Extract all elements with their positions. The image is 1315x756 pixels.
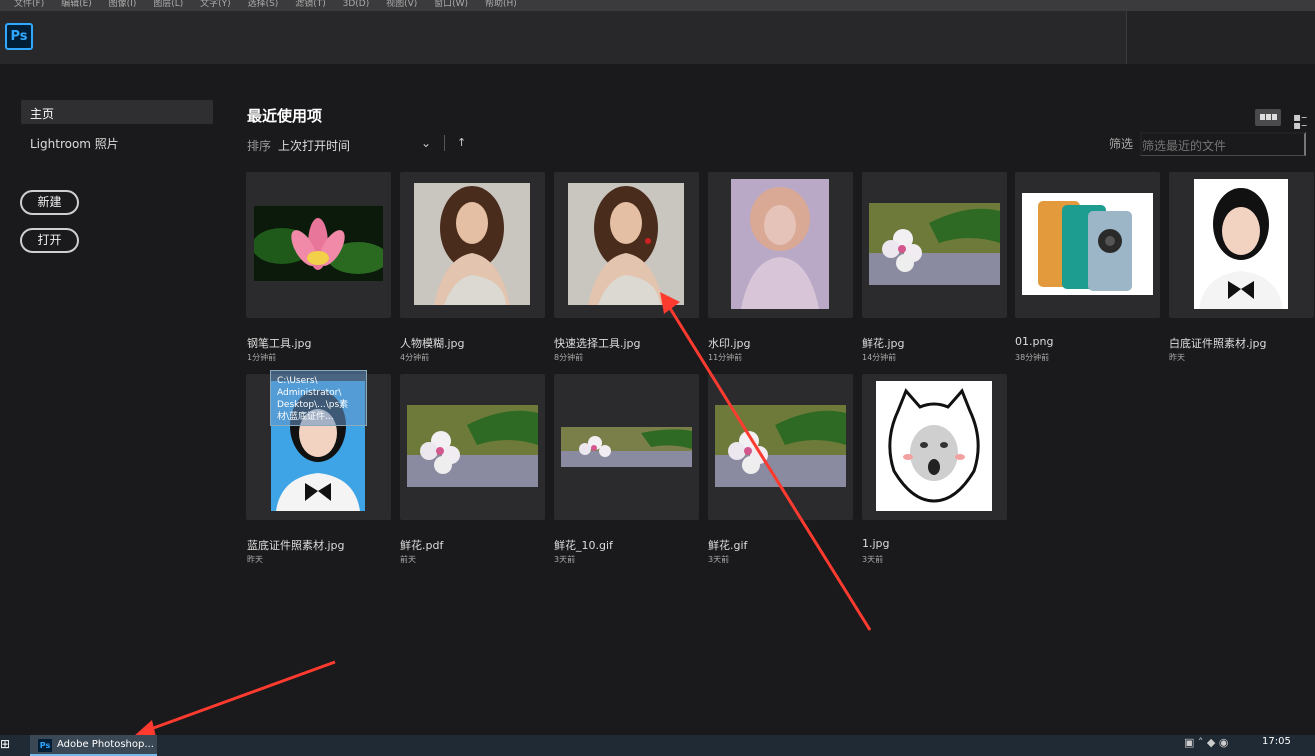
app-header	[0, 11, 1315, 64]
menu-select[interactable]: 选择(S)	[248, 0, 279, 9]
file-time: 8分钟前	[554, 353, 584, 362]
tooltip-line: C:\Users\	[277, 376, 318, 386]
file-card[interactable]	[862, 374, 1007, 520]
system-tray-icons[interactable]: ▣ ˄ ◆ ◉	[1184, 736, 1228, 749]
file-time: 14分钟前	[862, 353, 897, 362]
sort-label: 排序	[247, 139, 272, 153]
sidebar-item-label: 主页	[30, 107, 55, 121]
file-name[interactable]: 钢笔工具.jpg	[247, 335, 312, 351]
flower-thumbnail	[869, 203, 1000, 285]
clock-time: 17:05	[1262, 736, 1291, 747]
file-card[interactable]	[400, 374, 545, 520]
flower-thumbnail	[561, 427, 692, 467]
file-path-tooltip: C:\Users\ Administrator\ Desktop\...\ps素…	[270, 370, 367, 426]
file-name[interactable]: 人物模糊.jpg	[400, 335, 465, 351]
menu-image[interactable]: 图像(I)	[109, 0, 137, 9]
annotation-arrow	[147, 660, 336, 732]
menu-file[interactable]: 文件(F)	[14, 0, 44, 9]
file-time: 38分钟前	[1015, 353, 1050, 362]
file-name[interactable]: 快速选择工具.jpg	[554, 335, 641, 351]
list-view-icon[interactable]: ▪– ▪–	[1293, 111, 1307, 131]
menu-window[interactable]: 窗口(W)	[434, 0, 468, 9]
file-name[interactable]: 1.jpg	[862, 537, 890, 550]
phone-thumbnail	[1022, 193, 1153, 295]
file-name[interactable]: 水印.jpg	[708, 335, 751, 351]
file-name[interactable]: 01.png	[1015, 335, 1053, 348]
file-name[interactable]: 鲜花_10.gif	[554, 537, 613, 553]
photoshop-icon: Ps	[38, 739, 52, 752]
sort-bar: 排序 上次打开时间 ⌄ ↑	[247, 135, 466, 154]
filter-label: 筛选	[1109, 137, 1134, 151]
file-name[interactable]: 鲜花.pdf	[400, 537, 443, 553]
taskbar-photoshop-button[interactable]: Ps Adobe Photoshop...	[30, 735, 157, 756]
sidebar-item-lightroom[interactable]: Lightroom 照片	[30, 135, 119, 152]
flower-thumbnail	[715, 405, 846, 487]
file-time: 1分钟前	[247, 353, 277, 362]
new-button[interactable]: 新建	[20, 190, 79, 215]
menu-filter[interactable]: 滤镜(T)	[295, 0, 326, 9]
photoshop-logo[interactable]: Ps	[5, 23, 33, 50]
windows-taskbar: ⊞ Ps Adobe Photoshop... ▣ ˄ ◆ ◉ 17:05	[0, 735, 1315, 756]
file-name[interactable]: 鲜花.gif	[708, 537, 747, 553]
file-card[interactable]	[708, 172, 853, 318]
menu-type[interactable]: 文字(Y)	[200, 0, 231, 9]
file-name[interactable]: 鲜花.jpg	[862, 335, 905, 351]
file-time: 3天前	[862, 555, 884, 564]
windows-start-icon[interactable]: ⊞	[0, 737, 10, 751]
header-right-panel	[1126, 11, 1315, 64]
chevron-down-icon[interactable]: ⌄	[421, 136, 431, 150]
sort-dropdown[interactable]: 上次打开时间	[278, 137, 350, 154]
menu-3d[interactable]: 3D(D)	[343, 0, 370, 9]
file-time: 4分钟前	[400, 353, 430, 362]
file-card[interactable]	[1169, 172, 1314, 318]
grid-view-icon[interactable]	[1255, 109, 1281, 126]
divider	[444, 135, 445, 151]
file-card[interactable]	[862, 172, 1007, 318]
taskbar-clock[interactable]: 17:05	[1262, 736, 1291, 748]
file-time: 昨天	[1169, 353, 1185, 362]
file-time: 11分钟前	[708, 353, 743, 362]
tooltip-line: 材\蓝底证件...	[277, 412, 334, 422]
file-card[interactable]	[708, 374, 853, 520]
menu-bar: 文件(F) 编辑(E) 图像(I) 图层(L) 文字(Y) 选择(S) 滤镜(T…	[0, 0, 1315, 11]
woman-thumbnail	[568, 183, 684, 305]
meme-thumbnail	[876, 381, 992, 511]
menu-edit[interactable]: 编辑(E)	[61, 0, 92, 9]
file-time: 昨天	[247, 555, 263, 564]
file-time: 3天前	[554, 555, 576, 564]
tooltip-line: Desktop\...\ps素	[277, 400, 349, 410]
filter-input[interactable]	[1140, 132, 1306, 156]
open-button[interactable]: 打开	[20, 228, 79, 253]
file-card[interactable]	[554, 374, 699, 520]
id-photo-white-thumbnail	[1194, 179, 1288, 309]
menu-help[interactable]: 帮助(H)	[485, 0, 517, 9]
sort-direction-icon[interactable]: ↑	[457, 136, 466, 149]
menu-view[interactable]: 视图(V)	[386, 0, 417, 9]
lotus-thumbnail	[254, 206, 383, 281]
watermark-thumbnail	[731, 179, 829, 309]
flower-thumbnail	[407, 405, 538, 487]
file-time: 3天前	[708, 555, 730, 564]
taskbar-app-label: Adobe Photoshop...	[57, 739, 154, 750]
file-card[interactable]	[246, 172, 391, 318]
file-card[interactable]	[1015, 172, 1160, 318]
file-card[interactable]	[400, 172, 545, 318]
page-title: 最近使用项	[247, 107, 323, 125]
file-card[interactable]	[554, 172, 699, 318]
sidebar-item-home[interactable]: 主页	[21, 100, 213, 124]
file-time: 前天	[400, 555, 416, 564]
file-name[interactable]: 蓝底证件照素材.jpg	[247, 537, 345, 553]
woman-thumbnail	[414, 183, 530, 305]
file-name[interactable]: 白底证件照素材.jpg	[1169, 335, 1267, 351]
tooltip-line: Administrator\	[277, 388, 342, 398]
menu-layer[interactable]: 图层(L)	[153, 0, 183, 9]
